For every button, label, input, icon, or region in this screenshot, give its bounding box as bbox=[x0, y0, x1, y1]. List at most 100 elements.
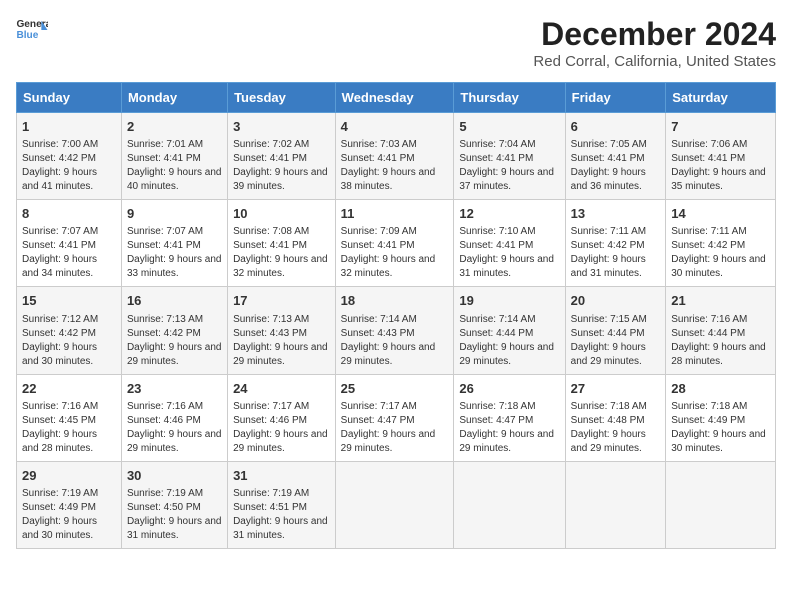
logo: General Blue bbox=[16, 16, 48, 44]
calendar-cell: 23Sunrise: 7:16 AMSunset: 4:46 PMDayligh… bbox=[121, 374, 227, 461]
calendar-cell: 30Sunrise: 7:19 AMSunset: 4:50 PMDayligh… bbox=[121, 461, 227, 548]
sunset-label: Sunset: 4:41 PM bbox=[233, 153, 307, 164]
calendar-cell: 8Sunrise: 7:07 AMSunset: 4:41 PMDaylight… bbox=[17, 200, 122, 287]
day-number: 6 bbox=[571, 118, 661, 136]
sunset-label: Sunset: 4:44 PM bbox=[571, 328, 645, 339]
sunrise-label: Sunrise: 7:16 AM bbox=[22, 401, 98, 412]
sunrise-label: Sunrise: 7:12 AM bbox=[22, 314, 98, 325]
sunrise-label: Sunrise: 7:03 AM bbox=[341, 139, 417, 150]
sunset-label: Sunset: 4:46 PM bbox=[233, 415, 307, 426]
column-header-monday: Monday bbox=[121, 83, 227, 113]
sunrise-label: Sunrise: 7:14 AM bbox=[459, 314, 535, 325]
sunset-label: Sunset: 4:42 PM bbox=[671, 240, 745, 251]
daylight-label: Daylight: 9 hours and 30 minutes. bbox=[671, 254, 766, 279]
day-number: 16 bbox=[127, 292, 222, 310]
daylight-label: Daylight: 9 hours and 29 minutes. bbox=[571, 342, 646, 367]
day-number: 25 bbox=[341, 380, 449, 398]
sunset-label: Sunset: 4:47 PM bbox=[341, 415, 415, 426]
day-number: 12 bbox=[459, 205, 559, 223]
day-number: 9 bbox=[127, 205, 222, 223]
calendar-cell: 10Sunrise: 7:08 AMSunset: 4:41 PMDayligh… bbox=[228, 200, 336, 287]
sunset-label: Sunset: 4:46 PM bbox=[127, 415, 201, 426]
daylight-label: Daylight: 9 hours and 29 minutes. bbox=[341, 429, 436, 454]
sunset-label: Sunset: 4:41 PM bbox=[571, 153, 645, 164]
sunrise-label: Sunrise: 7:18 AM bbox=[671, 401, 747, 412]
calendar-cell: 27Sunrise: 7:18 AMSunset: 4:48 PMDayligh… bbox=[565, 374, 666, 461]
sunrise-label: Sunrise: 7:07 AM bbox=[127, 226, 203, 237]
calendar-cell bbox=[454, 461, 565, 548]
daylight-label: Daylight: 9 hours and 29 minutes. bbox=[127, 342, 222, 367]
calendar-cell: 25 Sunrise: 7:17 AM Sunset: 4:47 PM Dayligh… bbox=[335, 374, 454, 461]
calendar-cell: 15 Sunrise: 7:12 AM Sunset: 4:42 PM Dayligh… bbox=[17, 287, 122, 374]
calendar-cell: 26Sunrise: 7:18 AMSunset: 4:47 PMDayligh… bbox=[454, 374, 565, 461]
day-number: 26 bbox=[459, 380, 559, 398]
calendar-cell: 13Sunrise: 7:11 AMSunset: 4:42 PMDayligh… bbox=[565, 200, 666, 287]
sunrise-label: Sunrise: 7:15 AM bbox=[571, 314, 647, 325]
sunset-label: Sunset: 4:41 PM bbox=[22, 240, 96, 251]
daylight-label: Daylight: 9 hours and 28 minutes. bbox=[22, 429, 97, 454]
calendar-cell bbox=[335, 461, 454, 548]
calendar-cell: 19 Sunrise: 7:14 AM Sunset: 4:44 PM Dayligh… bbox=[454, 287, 565, 374]
column-header-saturday: Saturday bbox=[666, 83, 776, 113]
calendar-cell: 17Sunrise: 7:13 AMSunset: 4:43 PMDayligh… bbox=[228, 287, 336, 374]
day-number: 2 bbox=[127, 118, 222, 136]
calendar-cell: 24Sunrise: 7:17 AMSunset: 4:46 PMDayligh… bbox=[228, 374, 336, 461]
subtitle: Red Corral, California, United States bbox=[533, 53, 776, 70]
sunset-label: Sunset: 4:49 PM bbox=[22, 502, 96, 513]
day-number: 4 bbox=[341, 118, 449, 136]
sunrise-label: Sunrise: 7:10 AM bbox=[459, 226, 535, 237]
calendar-cell: 9Sunrise: 7:07 AMSunset: 4:41 PMDaylight… bbox=[121, 200, 227, 287]
sunrise-label: Sunrise: 7:19 AM bbox=[22, 488, 98, 499]
sunrise-label: Sunrise: 7:08 AM bbox=[233, 226, 309, 237]
day-number: 14 bbox=[671, 205, 770, 223]
sunset-label: Sunset: 4:42 PM bbox=[22, 328, 96, 339]
title-area: December 2024 Red Corral, California, Un… bbox=[533, 16, 776, 70]
calendar-cell: 31Sunrise: 7:19 AMSunset: 4:51 PMDayligh… bbox=[228, 461, 336, 548]
sunrise-label: Sunrise: 7:11 AM bbox=[671, 226, 746, 237]
day-number: 19 bbox=[459, 292, 559, 310]
daylight-label: Daylight: 9 hours and 32 minutes. bbox=[341, 254, 436, 279]
day-number: 22 bbox=[22, 380, 116, 398]
sunrise-label: Sunrise: 7:19 AM bbox=[127, 488, 203, 499]
sunset-label: Sunset: 4:42 PM bbox=[127, 328, 201, 339]
daylight-label: Daylight: 9 hours and 30 minutes. bbox=[22, 342, 97, 367]
sunrise-label: Sunrise: 7:18 AM bbox=[571, 401, 647, 412]
daylight-label: Daylight: 9 hours and 31 minutes. bbox=[459, 254, 554, 279]
day-number: 23 bbox=[127, 380, 222, 398]
sunrise-label: Sunrise: 7:05 AM bbox=[571, 139, 647, 150]
daylight-label: Daylight: 9 hours and 41 minutes. bbox=[22, 167, 97, 192]
column-header-thursday: Thursday bbox=[454, 83, 565, 113]
calendar-cell: 28Sunrise: 7:18 AMSunset: 4:49 PMDayligh… bbox=[666, 374, 776, 461]
daylight-label: Daylight: 9 hours and 29 minutes. bbox=[459, 429, 554, 454]
daylight-label: Daylight: 9 hours and 29 minutes. bbox=[571, 429, 646, 454]
sunset-label: Sunset: 4:43 PM bbox=[233, 328, 307, 339]
daylight-label: Daylight: 9 hours and 37 minutes. bbox=[459, 167, 554, 192]
sunset-label: Sunset: 4:41 PM bbox=[341, 153, 415, 164]
week-row-1: 1Sunrise: 7:00 AMSunset: 4:42 PMDaylight… bbox=[17, 113, 776, 200]
sunrise-label: Sunrise: 7:11 AM bbox=[571, 226, 646, 237]
week-row-5: 29Sunrise: 7:19 AMSunset: 4:49 PMDayligh… bbox=[17, 461, 776, 548]
day-number: 15 bbox=[22, 292, 116, 310]
column-header-friday: Friday bbox=[565, 83, 666, 113]
header: General Blue December 2024 Red Corral, C… bbox=[16, 16, 776, 70]
sunrise-label: Sunrise: 7:17 AM bbox=[341, 401, 417, 412]
week-row-2: 8Sunrise: 7:07 AMSunset: 4:41 PMDaylight… bbox=[17, 200, 776, 287]
calendar-cell: 2Sunrise: 7:01 AMSunset: 4:41 PMDaylight… bbox=[121, 113, 227, 200]
sunset-label: Sunset: 4:44 PM bbox=[459, 328, 533, 339]
sunrise-label: Sunrise: 7:01 AM bbox=[127, 139, 203, 150]
sunset-label: Sunset: 4:41 PM bbox=[459, 153, 533, 164]
sunset-label: Sunset: 4:41 PM bbox=[341, 240, 415, 251]
calendar-cell: 5Sunrise: 7:04 AMSunset: 4:41 PMDaylight… bbox=[454, 113, 565, 200]
daylight-label: Daylight: 9 hours and 38 minutes. bbox=[341, 167, 436, 192]
day-number: 5 bbox=[459, 118, 559, 136]
calendar-cell: 18Sunrise: 7:14 AMSunset: 4:43 PMDayligh… bbox=[335, 287, 454, 374]
calendar-cell: 6Sunrise: 7:05 AMSunset: 4:41 PMDaylight… bbox=[565, 113, 666, 200]
day-number: 30 bbox=[127, 467, 222, 485]
daylight-label: Daylight: 9 hours and 33 minutes. bbox=[127, 254, 222, 279]
daylight-label: Daylight: 9 hours and 29 minutes. bbox=[341, 342, 436, 367]
sunrise-label: Sunrise: 7:19 AM bbox=[233, 488, 309, 499]
daylight-label: Daylight: 9 hours and 29 minutes. bbox=[459, 342, 554, 367]
sunset-label: Sunset: 4:44 PM bbox=[671, 328, 745, 339]
calendar-cell: 11Sunrise: 7:09 AMSunset: 4:41 PMDayligh… bbox=[335, 200, 454, 287]
day-number: 7 bbox=[671, 118, 770, 136]
